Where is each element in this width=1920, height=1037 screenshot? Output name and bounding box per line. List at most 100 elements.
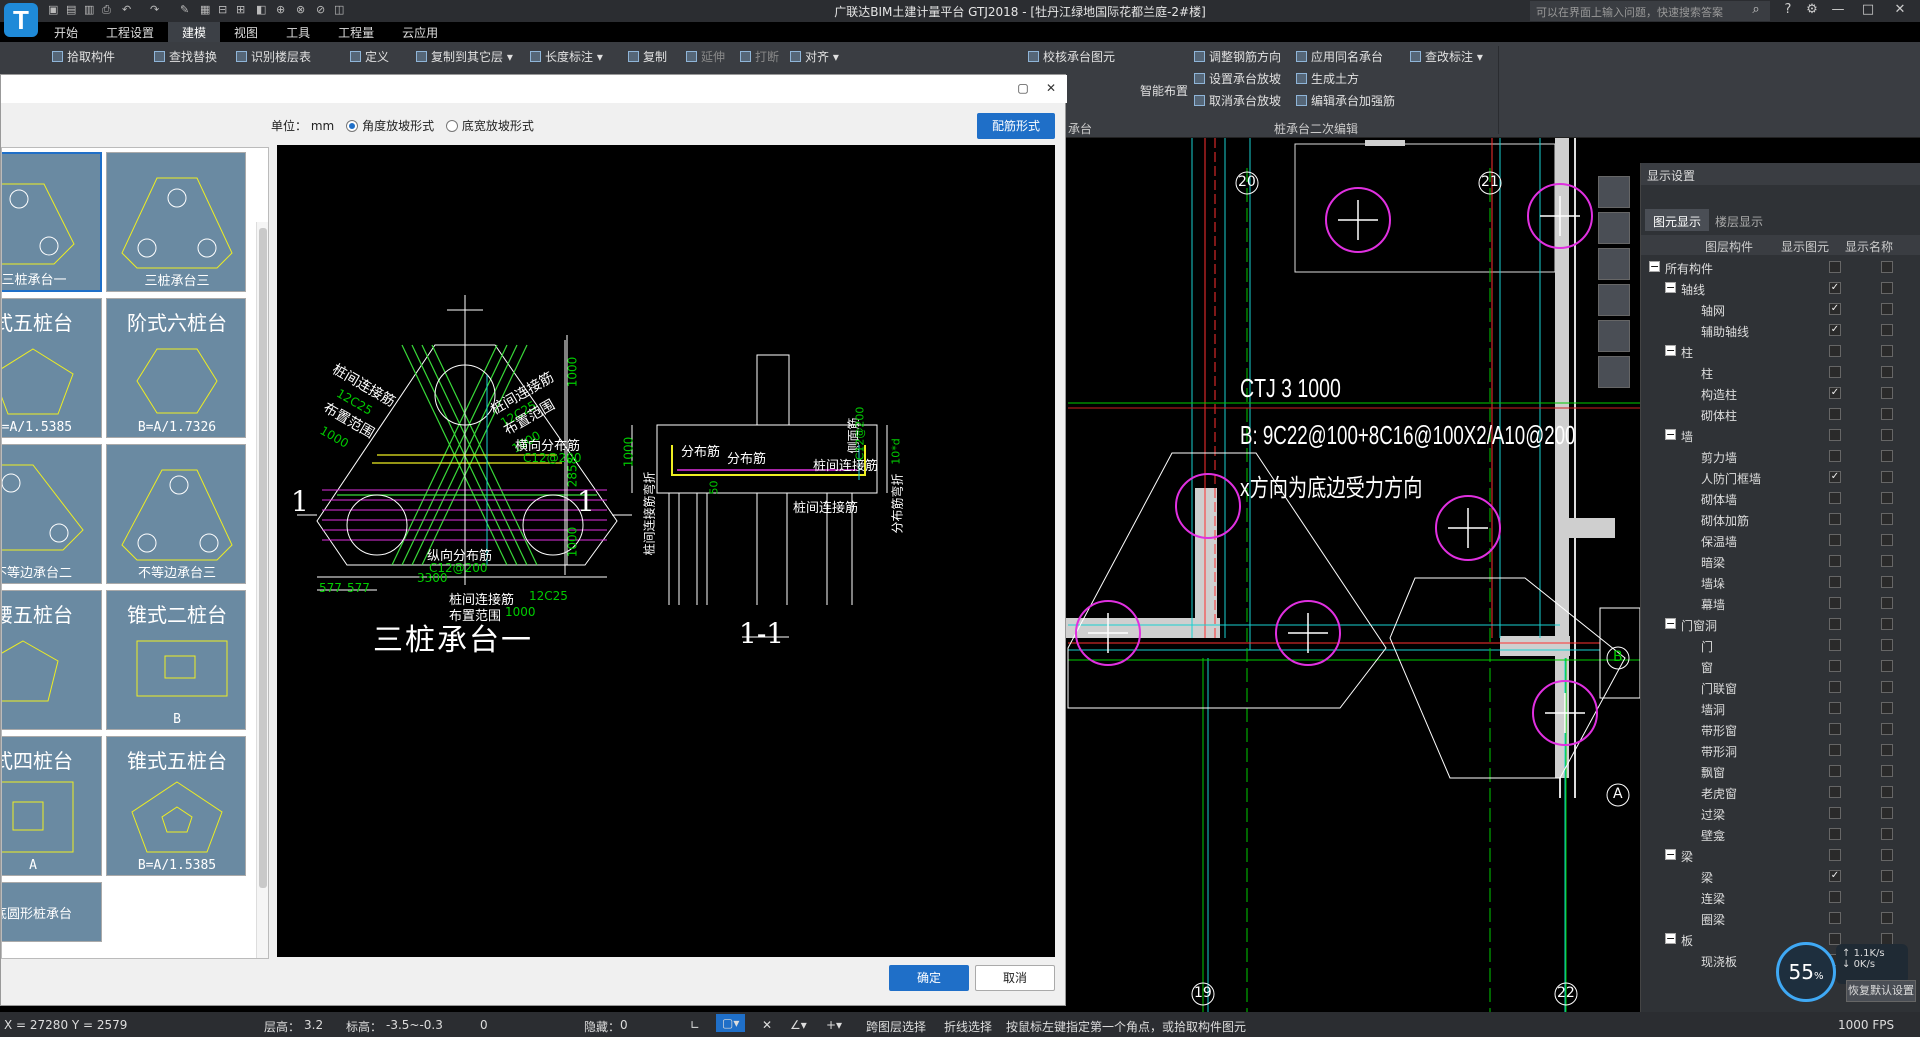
show-name-checkbox[interactable] xyxy=(1881,744,1893,756)
show-name-checkbox[interactable] xyxy=(1881,261,1893,273)
layer-row[interactable]: 过梁 xyxy=(1641,803,1920,824)
edit-cap-reinforcement-button[interactable]: 编辑承台加强筋 xyxy=(1296,92,1395,109)
show-name-checkbox[interactable] xyxy=(1881,807,1893,819)
layer-row[interactable]: 老虎窗 xyxy=(1641,782,1920,803)
show-name-checkbox[interactable] xyxy=(1881,618,1893,630)
thumb-waist-five-pile[interactable]: 腰五桩台 xyxy=(2,590,102,730)
radio-angle-label[interactable]: 角度放坡形式 xyxy=(362,119,434,133)
show-element-checkbox[interactable]: ✓ xyxy=(1829,282,1841,294)
layer-row[interactable]: 门 xyxy=(1641,635,1920,656)
snap-off-icon[interactable]: ✕ xyxy=(762,1018,772,1032)
expand-toggle-icon[interactable]: − xyxy=(1665,933,1676,944)
maximize-button[interactable]: □ xyxy=(1856,2,1880,20)
copy-button[interactable]: 复制 xyxy=(628,48,667,65)
add-snap-icon[interactable]: +▾ xyxy=(826,1018,842,1032)
quick-tool-icon-5[interactable]: ◧ xyxy=(256,3,266,19)
show-name-checkbox[interactable] xyxy=(1881,534,1893,546)
view-orbit-icon[interactable] xyxy=(1598,176,1630,208)
layer-row[interactable]: 暗梁 xyxy=(1641,551,1920,572)
network-monitor-widget[interactable]: 55% xyxy=(1776,942,1836,1002)
show-element-checkbox[interactable] xyxy=(1829,597,1841,609)
show-element-checkbox[interactable] xyxy=(1829,492,1841,504)
help-search-input[interactable]: 可以在界面上输入问题，快速搜索答案 xyxy=(1530,1,1770,21)
show-name-checkbox[interactable] xyxy=(1881,702,1893,714)
layer-row[interactable]: 窗 xyxy=(1641,656,1920,677)
config-rebar-button[interactable]: 配筋形式 xyxy=(977,113,1055,139)
align-button[interactable]: 对齐 ▾ xyxy=(790,48,839,65)
restore-default-button[interactable]: 恢复默认设置 xyxy=(1846,980,1916,1002)
layer-row[interactable]: 保温墙 xyxy=(1641,530,1920,551)
show-element-checkbox[interactable]: ✓ xyxy=(1829,387,1841,399)
layer-row[interactable]: 剪力墙 xyxy=(1641,446,1920,467)
menu-tools[interactable]: 工具 xyxy=(272,22,324,42)
expand-toggle-icon[interactable]: − xyxy=(1649,261,1660,272)
layer-row[interactable]: 幕墙 xyxy=(1641,593,1920,614)
show-name-checkbox[interactable] xyxy=(1881,324,1893,336)
show-element-checkbox[interactable] xyxy=(1829,807,1841,819)
identify-floor-table-button[interactable]: 识别楼层表 xyxy=(236,48,311,65)
show-element-checkbox[interactable] xyxy=(1829,261,1841,273)
orthogonal-icon[interactable]: ∟ xyxy=(690,1018,700,1032)
layer-row[interactable]: 柱 xyxy=(1641,362,1920,383)
list-scrollbar[interactable] xyxy=(256,222,268,958)
show-name-checkbox[interactable] xyxy=(1881,450,1893,462)
show-name-checkbox[interactable] xyxy=(1881,723,1893,735)
show-element-checkbox[interactable] xyxy=(1829,618,1841,630)
expand-toggle-icon[interactable]: − xyxy=(1665,618,1676,629)
layer-row[interactable]: − 墙 xyxy=(1641,425,1920,446)
thumb-unequal-cap-3[interactable]: 不等边承台三 xyxy=(106,444,246,584)
expand-toggle-icon[interactable]: − xyxy=(1665,849,1676,860)
layer-row[interactable]: 砌体柱 xyxy=(1641,404,1920,425)
thumb-four-pile[interactable]: 式四桩台 A xyxy=(2,736,102,876)
show-name-checkbox[interactable] xyxy=(1881,912,1893,924)
menu-cloud[interactable]: 云应用 xyxy=(388,22,452,42)
quick-tool-icon-6[interactable]: ⊕ xyxy=(276,3,285,19)
view-rotate-icon[interactable] xyxy=(1598,284,1630,316)
show-element-checkbox[interactable] xyxy=(1829,744,1841,756)
show-name-checkbox[interactable] xyxy=(1881,282,1893,294)
thumb-three-pile-cap-3[interactable]: 三桩承台三 xyxy=(106,152,246,292)
view-grid-icon[interactable] xyxy=(1598,356,1630,388)
pick-component-button[interactable]: 拾取构件 xyxy=(52,48,115,65)
expand-toggle-icon[interactable]: − xyxy=(1665,282,1676,293)
layer-row[interactable]: − 柱 xyxy=(1641,341,1920,362)
show-name-checkbox[interactable] xyxy=(1881,513,1893,525)
layer-row[interactable]: 连梁 xyxy=(1641,887,1920,908)
save-icon[interactable]: ▣ xyxy=(48,3,58,19)
layer-row[interactable]: 人防门框墙 ✓ xyxy=(1641,467,1920,488)
cross-layer-select[interactable]: 跨图层选择 xyxy=(866,1018,926,1035)
smart-layout-button[interactable]: 智能布置 xyxy=(1140,82,1188,99)
show-element-checkbox[interactable] xyxy=(1829,513,1841,525)
maximize-dialog-icon[interactable]: ▢ xyxy=(1015,81,1031,97)
layer-row[interactable]: 构造柱 ✓ xyxy=(1641,383,1920,404)
show-element-checkbox[interactable] xyxy=(1829,366,1841,378)
show-name-checkbox[interactable] xyxy=(1881,492,1893,504)
show-name-checkbox[interactable] xyxy=(1881,303,1893,315)
radio-width-slope[interactable] xyxy=(445,120,458,132)
show-name-checkbox[interactable] xyxy=(1881,345,1893,357)
expand-toggle-icon[interactable]: − xyxy=(1665,345,1676,356)
tab-floor-display[interactable]: 楼层显示 xyxy=(1707,209,1771,231)
show-element-checkbox[interactable] xyxy=(1829,534,1841,546)
layer-row[interactable]: 飘窗 xyxy=(1641,761,1920,782)
angle-snap-icon[interactable]: ∠▾ xyxy=(790,1018,807,1032)
show-element-checkbox[interactable] xyxy=(1829,933,1841,945)
settings-icon[interactable]: ⚙ xyxy=(1800,2,1824,20)
close-dialog-icon[interactable]: ✕ xyxy=(1043,81,1059,97)
show-element-checkbox[interactable] xyxy=(1829,450,1841,462)
layer-row[interactable]: 辅助轴线 ✓ xyxy=(1641,320,1920,341)
show-name-checkbox[interactable] xyxy=(1881,429,1893,441)
show-element-checkbox[interactable] xyxy=(1829,660,1841,672)
show-name-checkbox[interactable] xyxy=(1881,660,1893,672)
layer-row[interactable]: − 所有构件 xyxy=(1641,257,1920,278)
layer-row[interactable]: 砌体墙 xyxy=(1641,488,1920,509)
menu-quantities[interactable]: 工程量 xyxy=(324,22,388,42)
show-name-checkbox[interactable] xyxy=(1881,597,1893,609)
menu-project-settings[interactable]: 工程设置 xyxy=(92,22,168,42)
quick-tool-icon-3[interactable]: ⊟ xyxy=(218,3,227,19)
layer-row[interactable]: 砌体加筋 xyxy=(1641,509,1920,530)
print-icon[interactable]: ⎙ xyxy=(102,3,111,19)
tab-element-display[interactable]: 图元显示 xyxy=(1645,209,1710,231)
copy-to-other-floor-button[interactable]: 复制到其它层 ▾ xyxy=(416,48,513,65)
set-cap-slope-button[interactable]: 设置承台放坡 xyxy=(1194,70,1281,87)
